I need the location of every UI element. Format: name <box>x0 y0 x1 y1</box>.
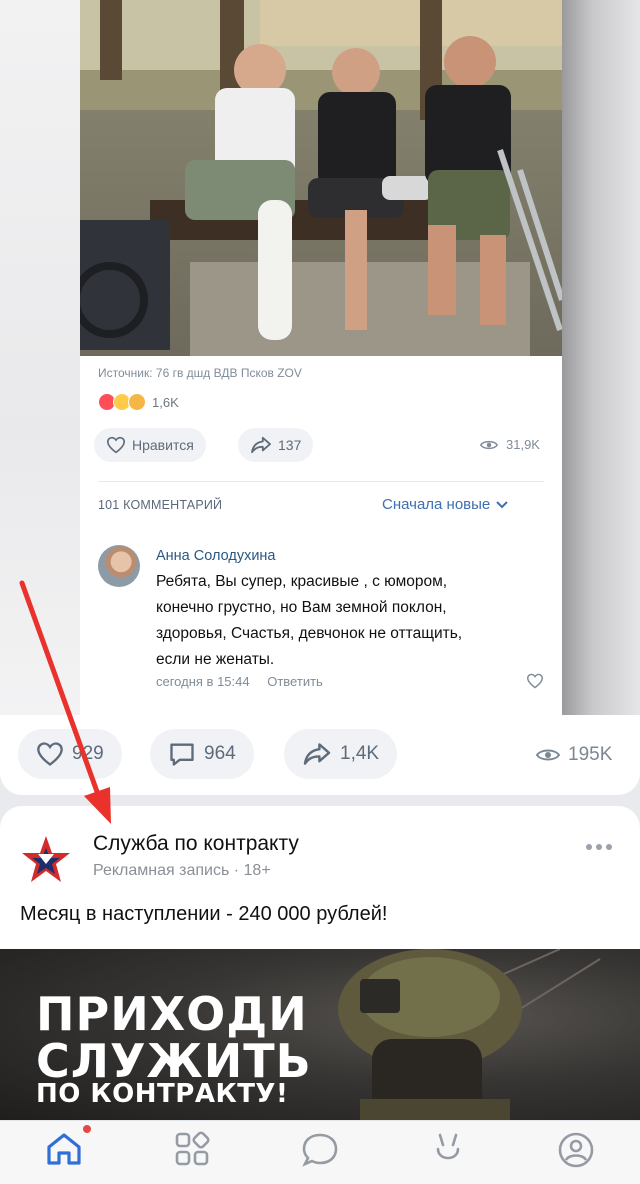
more-options-icon[interactable] <box>585 843 613 851</box>
messenger-icon <box>302 1133 338 1167</box>
like-label: Нравится <box>132 437 194 453</box>
comment-line: если не женаты. <box>156 651 275 668</box>
share-button[interactable]: 137 <box>238 428 314 462</box>
post-views-counter: 195K <box>536 744 612 766</box>
share-count: 137 <box>278 437 302 453</box>
like-button[interactable]: Нравится <box>94 428 206 462</box>
comment-line: конечно грустно, но Вам земной поклон, <box>156 599 447 616</box>
post-shares-count: 1,4K <box>340 743 380 764</box>
reactions-count: 1,6K <box>152 394 179 410</box>
divider <box>98 481 544 482</box>
tab-services[interactable] <box>170 1131 214 1175</box>
post-like-button[interactable]: 929 <box>18 729 122 779</box>
ad-text: Месяц в наступлении - 240 000 рублей! <box>20 903 388 925</box>
background-left <box>0 0 80 715</box>
services-icon <box>175 1131 210 1166</box>
share-icon <box>251 436 271 454</box>
eye-icon <box>480 440 498 449</box>
post-comments-button[interactable]: 964 <box>150 729 254 779</box>
banner-line: ПО КОНТРАКТУ! <box>36 1079 289 1109</box>
comment-time: сегодня в 15:44 <box>156 674 250 689</box>
profile-icon <box>558 1132 594 1168</box>
post-action-bar: 929 964 1,4K 195K <box>0 715 640 795</box>
ad-label: Рекламная запись · 18+ <box>93 862 271 879</box>
post-likes-count: 929 <box>72 743 104 764</box>
tab-clips[interactable] <box>426 1131 470 1175</box>
home-icon <box>47 1133 81 1165</box>
tab-messenger[interactable] <box>298 1131 342 1175</box>
post-share-button[interactable]: 1,4K <box>284 729 398 779</box>
ad-post: Служба по контракту Рекламная запись · 1… <box>0 806 640 1120</box>
comment-like-heart-icon[interactable] <box>526 673 544 689</box>
comment-bubble-icon <box>170 743 194 766</box>
post-comments-count: 964 <box>204 743 236 764</box>
share-icon <box>303 743 331 765</box>
reactions-summary[interactable]: 1,6K <box>98 392 179 412</box>
comment-line: здоровья, Счастья, девчонок не оттащить, <box>156 625 463 642</box>
tab-profile[interactable] <box>554 1131 598 1175</box>
comment-author[interactable]: Анна Солодухина <box>156 548 276 564</box>
notification-dot <box>83 1125 91 1133</box>
heart-icon <box>106 436 126 454</box>
comments-count-heading: 101 КОММЕНТАРИЙ <box>98 498 223 512</box>
sort-label: Сначала новые <box>382 496 491 513</box>
star-logo-icon[interactable] <box>20 834 72 884</box>
background-right <box>562 0 640 715</box>
bottom-tab-bar <box>0 1120 640 1184</box>
photo-source-caption: Источник: 76 гв дшд ВДВ Псков ZOV <box>98 366 302 380</box>
views-count: 31,9K <box>506 437 540 452</box>
comment-meta: сегодня в 15:44 Ответить <box>156 674 323 689</box>
clips-icon <box>436 1133 460 1160</box>
views-counter: 31,9K <box>480 437 540 452</box>
chevron-down-icon <box>496 500 508 508</box>
comment-text: Ребята, Вы супер, красивые , с юмором, к… <box>156 569 556 673</box>
sad-face-reaction-icon <box>128 393 146 411</box>
heart-icon <box>37 742 63 766</box>
post-photo <box>80 0 562 356</box>
embedded-post-screenshot: Источник: 76 гв дшд ВДВ Псков ZOV 1,6K Н… <box>80 0 562 715</box>
comments-sort-dropdown[interactable]: Сначала новые <box>382 496 508 513</box>
ad-banner-image[interactable]: ПРИХОДИ СЛУЖИТЬ ПО КОНТРАКТУ! <box>0 949 640 1120</box>
reply-button[interactable]: Ответить <box>267 674 323 689</box>
banner-line: ПРИХОДИ <box>36 987 308 1041</box>
post-views-count: 195K <box>568 744 613 765</box>
eye-icon <box>536 749 560 761</box>
commenter-avatar[interactable] <box>98 545 140 587</box>
ad-author-name[interactable]: Служба по контракту <box>93 832 299 856</box>
tab-home[interactable] <box>42 1131 86 1175</box>
comment-line: Ребята, Вы супер, красивые , с юмором, <box>156 573 448 590</box>
